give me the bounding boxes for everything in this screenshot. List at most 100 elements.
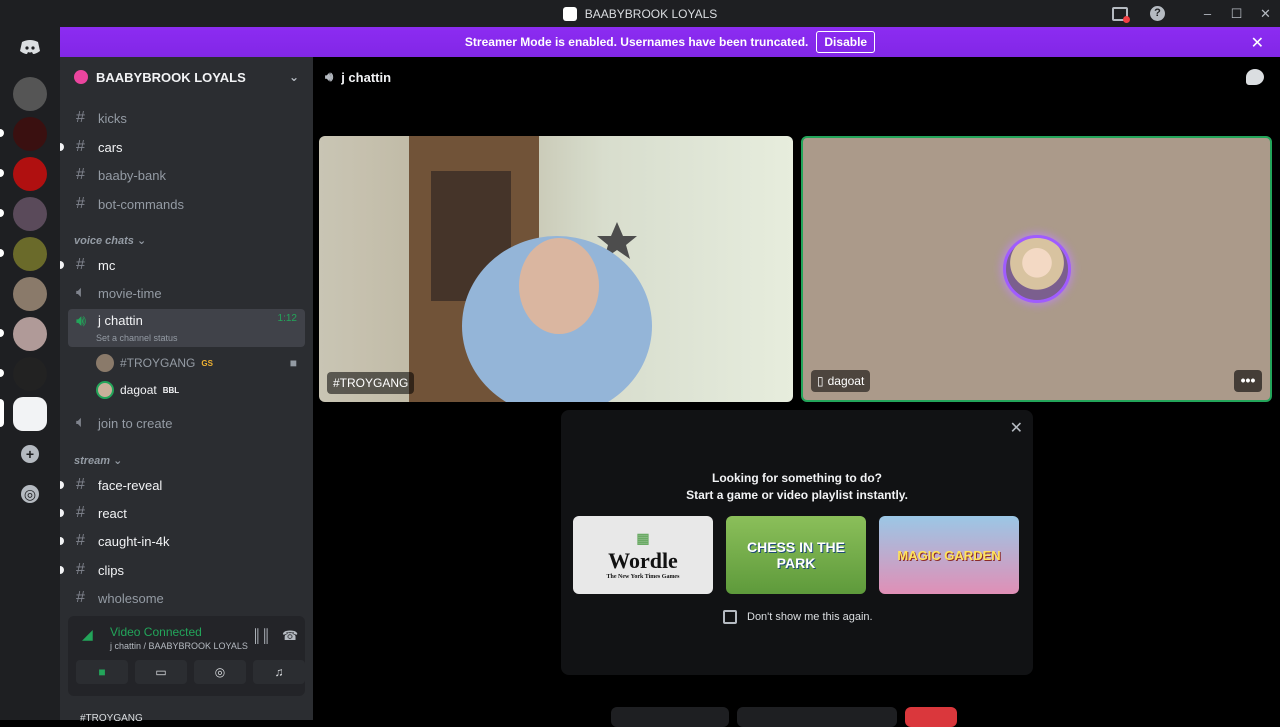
- channel-status-prompt[interactable]: Set a channel status: [96, 333, 178, 343]
- activity-prompt: Looking for something to do? Start a gam…: [686, 471, 908, 502]
- server-icon-girl[interactable]: [13, 317, 47, 351]
- category-stream[interactable]: stream ⌄: [74, 454, 122, 467]
- close-window-button[interactable]: ✕: [1251, 6, 1280, 22]
- minimize-button[interactable]: –: [1193, 6, 1222, 21]
- call-header: 🔊︎ j chattin: [325, 69, 391, 85]
- camera-control[interactable]: [737, 707, 897, 727]
- server-icon-inferno[interactable]: [13, 117, 47, 151]
- signal-icon: ◢: [82, 626, 93, 642]
- chevron-down-icon[interactable]: ⌄: [289, 70, 299, 84]
- game-card-magic-garden[interactable]: MAGIC GARDEN: [879, 516, 1019, 594]
- call-duration: 1:12: [277, 313, 297, 324]
- speaker-icon: 🔈︎: [76, 414, 86, 431]
- hash-icon: #: [76, 195, 85, 212]
- category-voice-chats[interactable]: voice chats ⌄: [74, 234, 146, 247]
- channel-caught-in-4k[interactable]: # caught-in-4k: [60, 528, 305, 554]
- chat-icon[interactable]: [1246, 69, 1264, 85]
- voice-connection-panel: ◢ Video Connected j chattin / BAABYBROOK…: [68, 616, 305, 696]
- server-header[interactable]: BAABYBROOK LOYALS ⌄: [60, 57, 313, 97]
- server-logo-icon: [562, 6, 577, 21]
- activity-button[interactable]: ◎: [194, 660, 246, 684]
- disable-button[interactable]: Disable: [816, 31, 876, 53]
- screen-share-button[interactable]: ▭: [135, 660, 187, 684]
- dont-show-again-checkbox[interactable]: Don't show me this again.: [723, 610, 873, 624]
- discord-home-icon[interactable]: [14, 37, 46, 57]
- channel-mc[interactable]: # mc: [60, 252, 305, 278]
- server-badge-icon: [74, 70, 88, 84]
- hash-icon: #: [76, 532, 85, 549]
- channel-wholesome[interactable]: # wholesome: [68, 585, 305, 611]
- avatar: [96, 354, 114, 372]
- checkbox[interactable]: [723, 610, 737, 624]
- server-icon-face[interactable]: [13, 277, 47, 311]
- hash-icon: #: [76, 256, 85, 273]
- soundboard-button[interactable]: ♫: [253, 660, 305, 684]
- video-feed: [319, 136, 793, 402]
- video-camera-icon: ■: [289, 356, 297, 370]
- hash-icon: #: [76, 138, 85, 155]
- channel-join-to-create[interactable]: 🔈︎ join to create: [68, 410, 305, 436]
- banner-text: Streamer Mode is enabled. Usernames have…: [464, 35, 809, 49]
- channel-face-reveal[interactable]: # face-reveal: [60, 472, 305, 498]
- channel-react[interactable]: # react: [60, 500, 305, 526]
- video-tile[interactable]: ▯ dagoat •••: [801, 136, 1272, 402]
- server-icon-cars[interactable]: [13, 77, 47, 111]
- add-server-icon[interactable]: +: [21, 445, 39, 463]
- voice-status[interactable]: Video Connected: [110, 625, 202, 639]
- speaker-icon: 🔊︎: [325, 69, 334, 84]
- mobile-icon: ▯: [817, 374, 824, 388]
- hash-icon: #: [76, 476, 85, 493]
- game-card-wordle[interactable]: ▦ Wordle The New York Times Games: [573, 516, 713, 594]
- participant-name-tag: #TROYGANG: [327, 372, 415, 394]
- voice-member[interactable]: #TROYGANG GS ■: [96, 354, 301, 372]
- channel-baaby-bank[interactable]: # baaby-bank: [68, 162, 305, 188]
- server-icon-baabybrook[interactable]: [13, 397, 47, 431]
- camera-button[interactable]: ■: [76, 660, 128, 684]
- window-title-text: BAABYBROOK LOYALS: [584, 6, 718, 21]
- maximize-button[interactable]: ☐: [1222, 6, 1251, 22]
- help-icon[interactable]: ?: [1150, 6, 1165, 21]
- channel-movie-time[interactable]: 🔈︎ movie-time: [68, 280, 305, 306]
- server-icon-red[interactable]: [13, 157, 47, 191]
- participant-name-tag: ▯ dagoat: [811, 370, 871, 392]
- member-tag: BBL: [162, 385, 180, 395]
- hash-icon: #: [76, 561, 85, 578]
- voice-member[interactable]: dagoat BBL: [96, 381, 301, 399]
- disconnect-icon[interactable]: ☎︎: [282, 628, 298, 644]
- hangup-button[interactable]: [905, 707, 957, 727]
- server-rail: + ◎: [0, 27, 60, 720]
- speaker-icon: 🔊︎: [76, 313, 87, 330]
- user-panel-name[interactable]: #TROYGANG: [80, 713, 143, 724]
- streamer-mode-banner: Streamer Mode is enabled. Usernames have…: [60, 27, 1280, 57]
- hash-icon: #: [76, 504, 85, 521]
- more-options-button[interactable]: •••: [1234, 370, 1262, 392]
- channel-clips[interactable]: # clips: [60, 557, 305, 583]
- avatar: [1003, 235, 1071, 303]
- channel-cars[interactable]: # cars: [60, 134, 305, 160]
- hash-icon: #: [76, 109, 85, 126]
- member-tag: GS: [201, 358, 213, 368]
- server-icon-art[interactable]: [13, 237, 47, 271]
- speaker-icon: 🔈︎: [76, 284, 86, 301]
- title-bar: BAABYBROOK LOYALS ? – ☐ ✕: [0, 0, 1280, 27]
- close-icon[interactable]: ✕: [1251, 33, 1264, 53]
- server-name: BAABYBROOK LOYALS: [96, 69, 246, 85]
- channel-kicks[interactable]: # kicks: [68, 105, 305, 131]
- voice-location[interactable]: j chattin / BAABYBROOK LOYALS: [110, 641, 248, 651]
- server-icon-anime[interactable]: [13, 197, 47, 231]
- game-card-chess[interactable]: CHESS IN THE PARK: [726, 516, 866, 594]
- call-view: 🔊︎ j chattin #TROYGANG ▯ dagoat ••• ✕ Loo…: [313, 57, 1280, 727]
- explore-icon[interactable]: ◎: [21, 485, 39, 503]
- activity-suggestions: ✕ Looking for something to do? Start a g…: [561, 410, 1033, 675]
- call-controls: [611, 707, 957, 727]
- hash-icon: #: [76, 166, 85, 183]
- avatar: [96, 381, 114, 399]
- inbox-icon[interactable]: [1112, 6, 1130, 23]
- hash-icon: #: [76, 589, 85, 606]
- channel-bot-commands[interactable]: # bot-commands: [68, 191, 305, 217]
- mic-control[interactable]: [611, 707, 729, 727]
- close-icon[interactable]: ✕: [1010, 418, 1023, 438]
- server-icon-gewin[interactable]: [13, 357, 47, 391]
- noise-suppression-icon[interactable]: ║║: [252, 628, 270, 643]
- video-tile[interactable]: #TROYGANG: [319, 136, 793, 402]
